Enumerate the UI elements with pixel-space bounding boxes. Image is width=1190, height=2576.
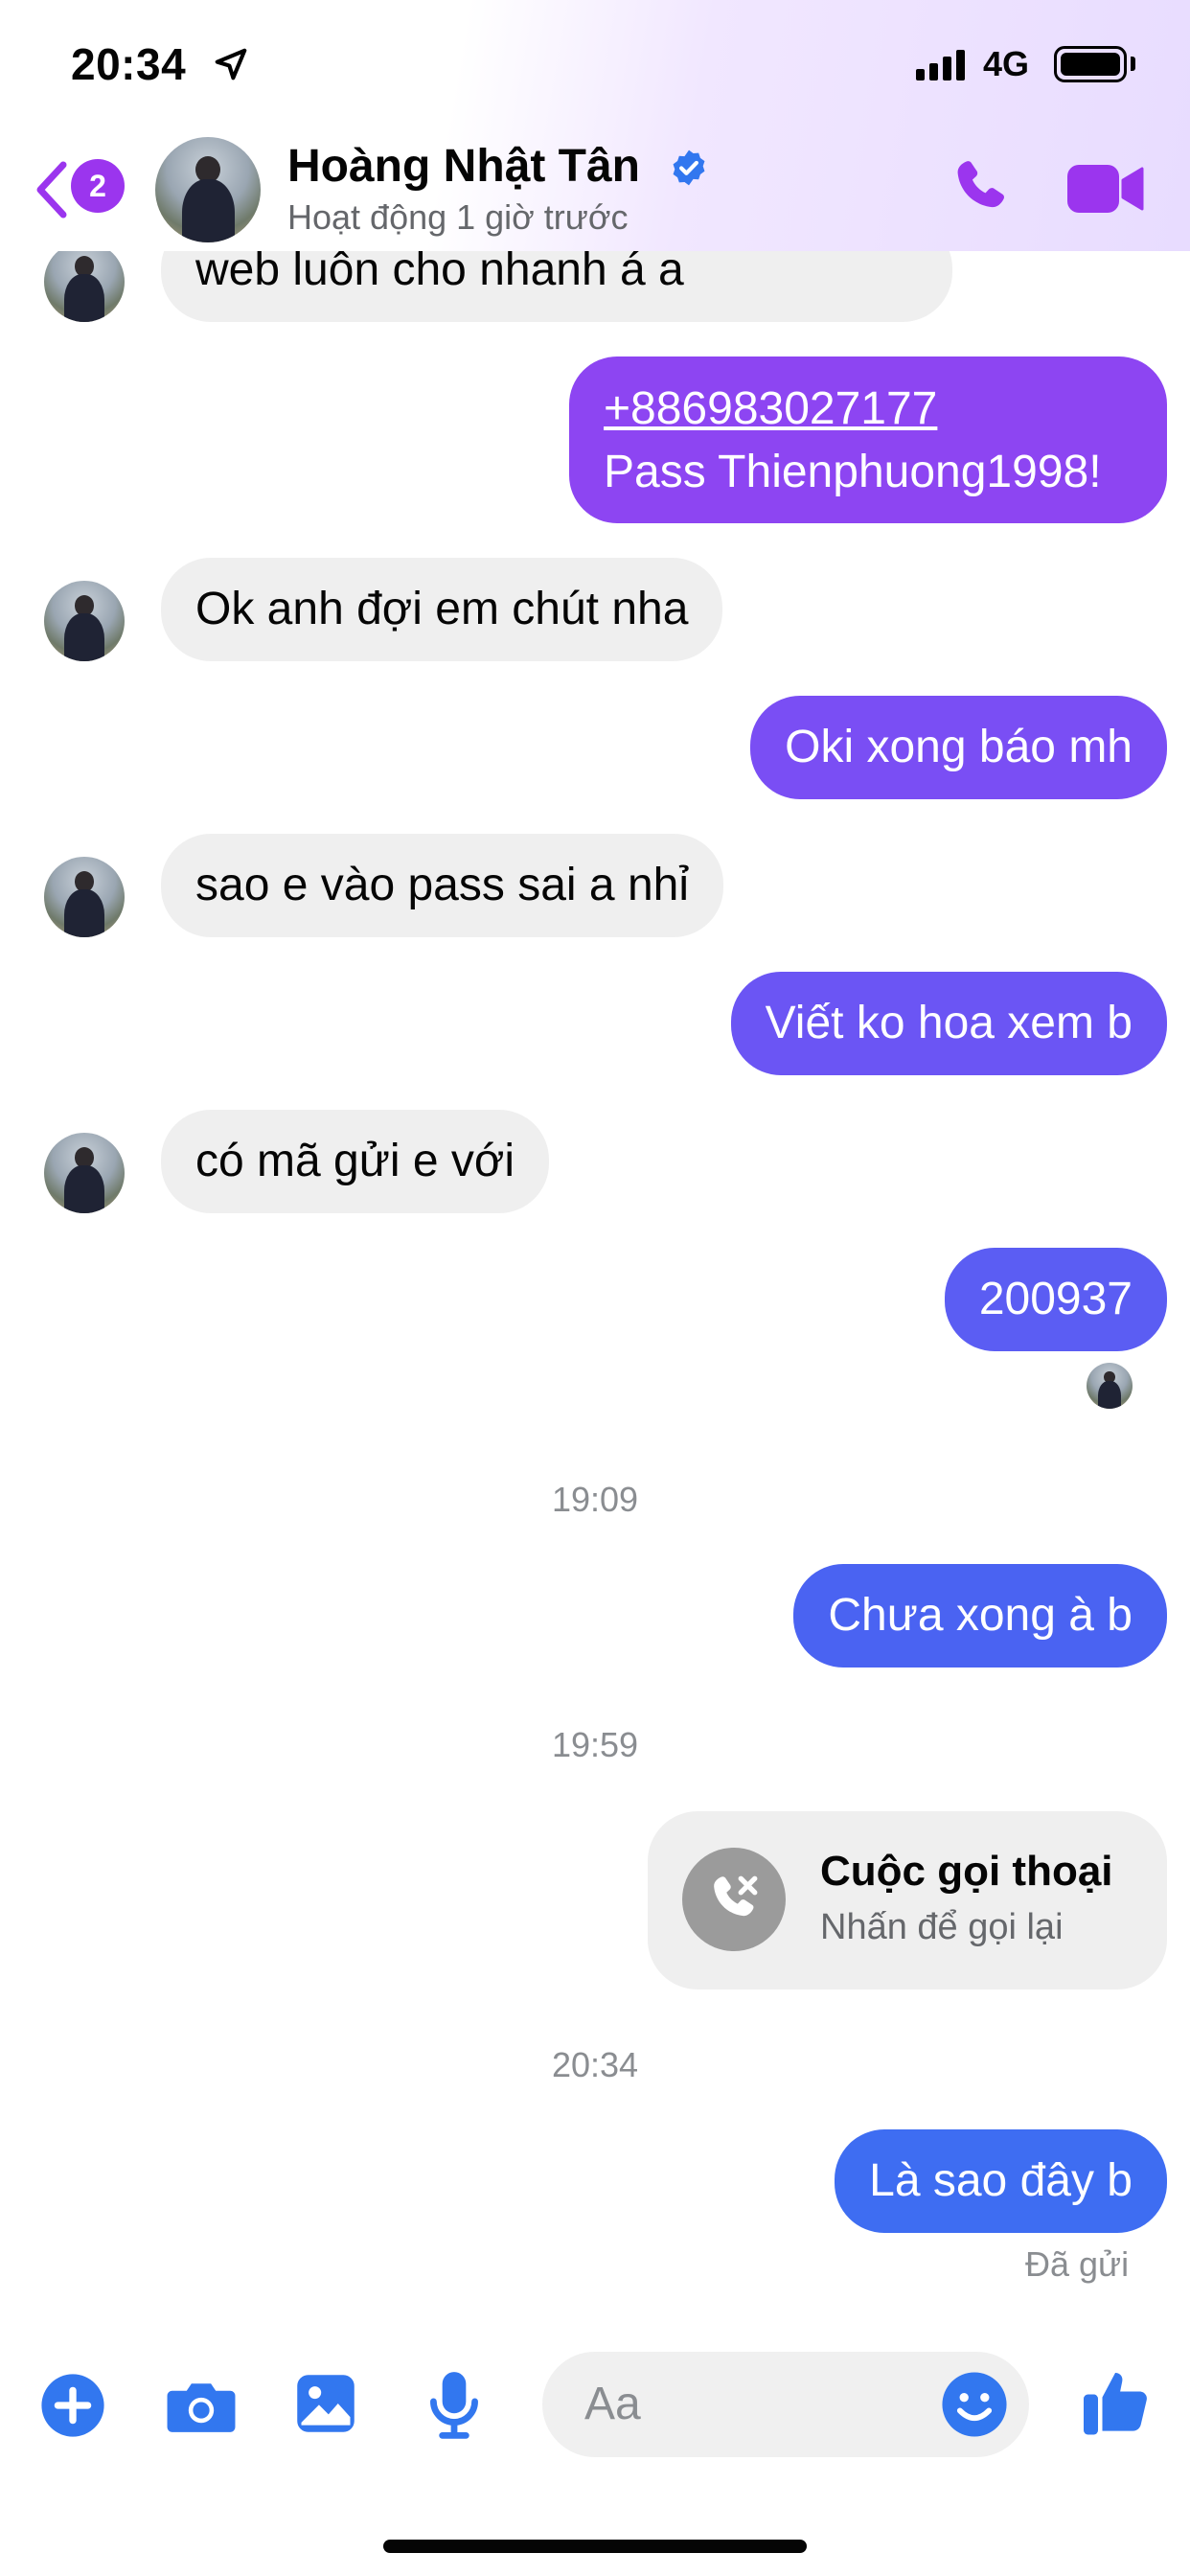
emoji-icon[interactable] [941,2371,1008,2438]
call-subtitle: Nhấn để gọi lại [820,1907,1064,1947]
chevron-left-icon [36,161,67,218]
location-arrow-icon [215,48,247,80]
phone-icon[interactable] [949,155,1014,220]
composer-bar [0,2338,1190,2472]
top-bar: 20:34 4G 2 Hoàng Nhật Tân Hoạt động 1 gi… [0,0,1190,251]
timestamp: 19:59 [551,1725,639,1764]
unread-count-badge: 2 [71,159,125,213]
video-camera-icon[interactable] [1067,161,1144,217]
signal-icon [916,50,965,80]
camera-icon[interactable] [165,2375,238,2436]
message-input[interactable] [584,2375,929,2432]
call-title: Cuộc gọi thoại [820,1848,1113,1895]
timestamp: 20:34 [551,2045,639,2084]
sender-avatar[interactable] [44,857,125,937]
missed-call-icon [682,1848,786,1951]
sender-avatar[interactable] [44,242,125,322]
battery-tip [1131,57,1135,71]
network-label: 4G [983,44,1030,83]
seen-indicator-avatar [1087,1363,1133,1409]
phone-link[interactable]: +886983027177 [604,378,1133,441]
outgoing-message[interactable]: Là sao đây b [835,2129,1167,2233]
incoming-message[interactable]: Ok anh đợi em chút nha [161,558,723,661]
battery-icon [1054,46,1127,82]
outgoing-message[interactable]: Oki xong báo mh [750,696,1167,799]
incoming-message[interactable]: có mã gửi e với [161,1110,550,1213]
thumbs-up-icon[interactable] [1081,2365,1150,2438]
message-input-box[interactable] [542,2352,1029,2457]
contact-avatar[interactable] [155,137,261,242]
contact-name[interactable]: Hoàng Nhật Tân [287,140,640,193]
outgoing-message[interactable]: Viết ko hoa xem b [730,972,1167,1075]
outgoing-message[interactable]: Chưa xong à b [793,1564,1167,1668]
missed-call-card[interactable]: Cuộc gọi thoại Nhấn để gọi lại [648,1811,1167,1990]
outgoing-message[interactable]: +886983027177 Pass Thienphuong1998! [569,356,1167,523]
contact-activity-status: Hoạt động 1 giờ trước [287,197,629,237]
home-indicator[interactable] [383,2540,807,2553]
incoming-message[interactable]: sao e vào pass sai a nhỉ [161,834,723,937]
plus-icon[interactable] [40,2373,105,2438]
timestamp: 19:09 [551,1480,639,1519]
sender-avatar[interactable] [44,1133,125,1213]
status-time: 20:34 [71,39,187,89]
outgoing-message[interactable]: 200937 [944,1248,1167,1351]
sent-status: Đã gửi [1025,2244,1130,2284]
message-text: Pass Thienphuong1998! [604,447,1102,497]
microphone-icon[interactable] [427,2369,481,2440]
verified-badge-icon [673,150,705,186]
image-icon[interactable] [293,2371,358,2436]
back-button[interactable]: 2 [33,153,128,224]
sender-avatar[interactable] [44,581,125,661]
